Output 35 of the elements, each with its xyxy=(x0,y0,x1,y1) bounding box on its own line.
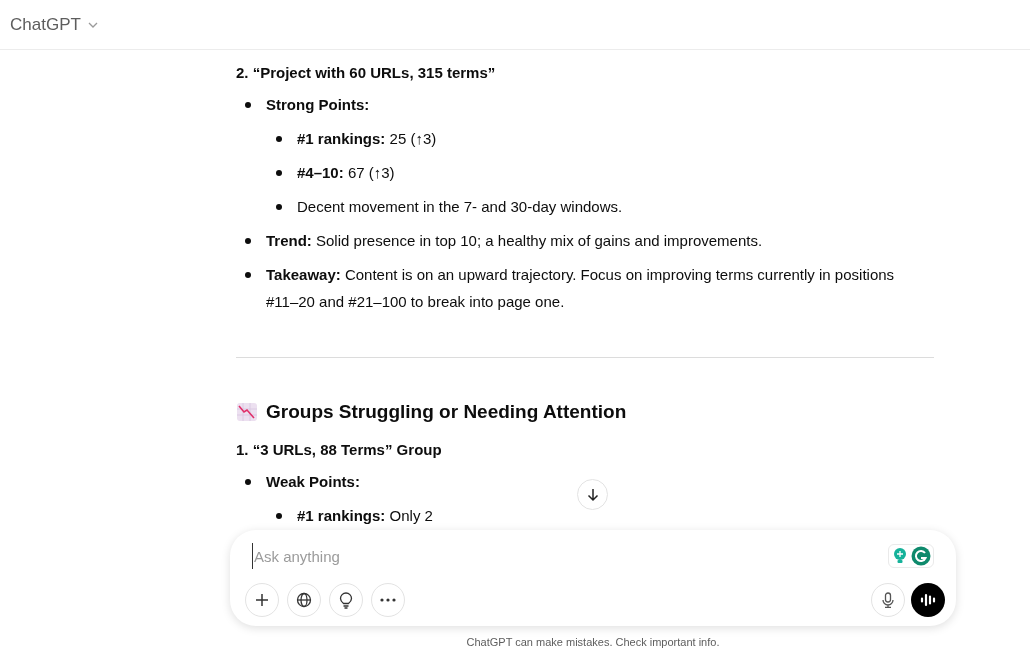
arrow-down-icon xyxy=(585,487,600,502)
waveform-icon xyxy=(920,593,936,607)
list-item-text: Weak Points: xyxy=(266,472,360,492)
scroll-down-button[interactable] xyxy=(577,479,608,510)
bullet-point xyxy=(245,479,251,485)
list-item-text: Decent movement in the 7- and 30-day windows. xyxy=(297,197,623,217)
bullet-point xyxy=(276,136,282,142)
grammarly-widget[interactable] xyxy=(888,544,934,568)
list-heading: 2. “Project with 60 URLs, 315 terms” xyxy=(236,63,497,83)
app-title[interactable]: ChatGPT xyxy=(10,11,81,38)
microphone-icon xyxy=(882,592,894,608)
list-heading: 1. “3 URLs, 88 Terms” Group xyxy=(236,440,443,460)
globe-icon xyxy=(296,592,312,608)
bullet-point xyxy=(276,170,282,176)
voice-mode-button[interactable] xyxy=(911,583,945,617)
bullet-point xyxy=(245,272,251,278)
lightbulb-icon xyxy=(339,591,353,609)
disclaimer-text: ChatGPT can make mistakes. Check important info. xyxy=(465,635,721,650)
more-icon xyxy=(380,598,396,602)
list-item-text: #1 rankings: Only 2 xyxy=(297,506,433,526)
list-item-text: Takeaway: Content is on an upward trajectory. Focus on improving terms currently in positions #11–20 and #21–100 to break into page one. xyxy=(266,265,896,312)
grammarly-icon xyxy=(911,546,931,566)
chart-decreasing-icon xyxy=(236,402,258,422)
section-heading: Groups Struggling or Needing Attention xyxy=(266,400,627,424)
bullet-point xyxy=(245,102,251,108)
list-item-text: #1 rankings: 25 (↑3) xyxy=(297,129,437,149)
plus-icon xyxy=(255,593,269,607)
list-item-text: Strong Points: xyxy=(266,95,370,115)
list-item-text: #4–10: 67 (↑3) xyxy=(297,163,395,183)
bullet-point xyxy=(245,238,251,244)
bullet-point xyxy=(276,513,282,519)
message-input[interactable]: Ask anything xyxy=(252,543,852,569)
lightbulb-icon xyxy=(891,547,909,565)
bullet-point xyxy=(276,204,282,210)
list-item-text: Trend: Solid presence in top 10; a healthy mix of gains and improvements. xyxy=(266,231,763,251)
